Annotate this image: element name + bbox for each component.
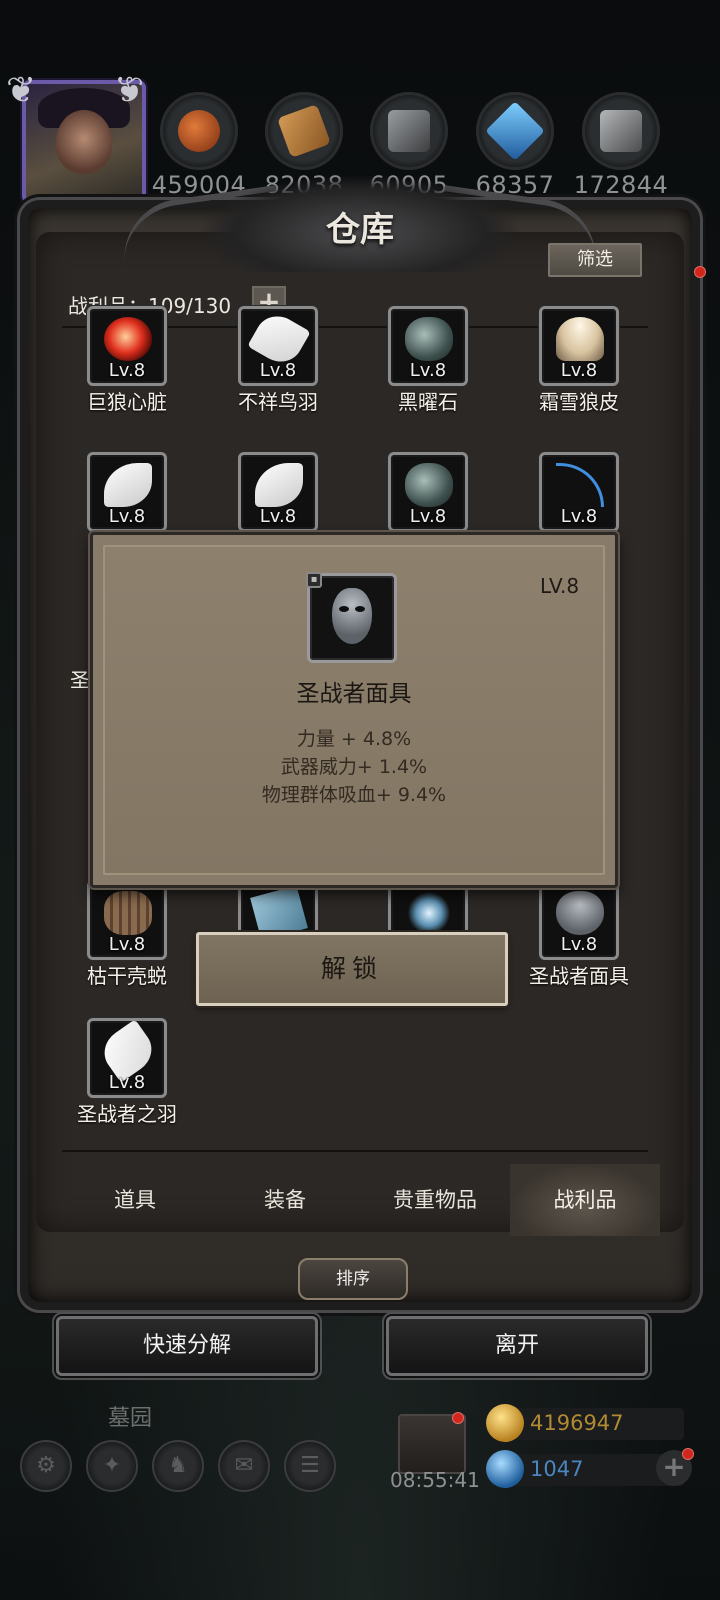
quick-decompose-button[interactable]: 快速分解 [56, 1316, 318, 1376]
resource-crystal[interactable] [476, 92, 554, 170]
page-title: 仓库 [326, 210, 394, 250]
wing-ornament-icon: ❦ [114, 70, 145, 111]
wing-ornament-icon: ❦ [6, 70, 37, 111]
wolf-pelt-icon [556, 317, 604, 361]
resource-iron[interactable] [370, 92, 448, 170]
item-level: Lv.8 [259, 506, 297, 527]
item-slot: Lv.8 [388, 306, 468, 386]
husk-icon [104, 891, 152, 935]
list-item[interactable]: Lv.8 枯干壳蜕 [57, 880, 197, 990]
list-item[interactable]: Lv.8 圣战者之羽 [57, 1018, 197, 1128]
crystal-icon [485, 101, 545, 161]
mask-icon [556, 891, 604, 935]
tab-items[interactable]: 道具 [60, 1164, 210, 1236]
item-level: Lv.8 [560, 360, 598, 381]
wing-icon [104, 463, 152, 507]
item-level: Lv.8 [560, 506, 598, 527]
item-level: Lv.8 [108, 934, 146, 955]
popup-stat: 武器威力+ 1.4% [280, 756, 428, 778]
item-name: 黑曜石 [398, 390, 458, 414]
gem-amount: 1047 [530, 1457, 584, 1481]
tab-loot[interactable]: 战利品 [510, 1164, 660, 1236]
star-icon[interactable]: ✦ [86, 1440, 138, 1492]
face-shape [56, 110, 112, 174]
gold-coin-icon [486, 1404, 524, 1442]
popup-item-name: 圣战者面具 [296, 681, 412, 707]
wing-icon [255, 463, 303, 507]
steel-icon [600, 110, 642, 152]
popup-stat: 力量 + 4.8% [296, 728, 412, 750]
emblem-icon [405, 891, 453, 935]
resource-wood[interactable] [265, 92, 343, 170]
meat-icon [178, 110, 220, 152]
item-slot: Lv.8 [539, 306, 619, 386]
popup-stat: 物理群体吸血+ 9.4% [261, 784, 447, 806]
list-item[interactable]: Lv.8 霜雪狼皮 [509, 306, 649, 416]
scythe-icon [556, 463, 604, 507]
item-slot: Lv.8 [388, 452, 468, 532]
filter-button[interactable]: 筛选 [548, 243, 642, 277]
obsidian-icon [405, 463, 453, 507]
item-name: 巨狼心脏 [87, 390, 167, 414]
list-item[interactable]: Lv.8 圣战者面具 [509, 880, 649, 990]
iron-icon [388, 110, 430, 152]
lock-icon[interactable]: ▪ [306, 572, 322, 588]
mask-icon [332, 588, 372, 644]
unlock-button[interactable]: 解锁 [196, 932, 508, 1006]
resource-steel-value: 172844 [573, 171, 669, 199]
item-slot: Lv.8 [238, 452, 318, 532]
item-slot: Lv.8 [539, 880, 619, 960]
tab-valuables[interactable]: 贵重物品 [360, 1164, 510, 1236]
event-timer: 08:55:41 [390, 1468, 480, 1492]
character-icon[interactable]: ♞ [152, 1440, 204, 1492]
list-item[interactable]: Lv.8 黑曜石 [358, 306, 498, 416]
item-name: 枯干壳蜕 [87, 964, 167, 988]
list-item[interactable]: Lv.8 巨狼心脏 [57, 306, 197, 416]
obsidian-icon [405, 317, 453, 361]
gold-amount: 4196947 [530, 1411, 624, 1435]
item-slot: Lv.8 [87, 306, 167, 386]
item-level: Lv.8 [108, 506, 146, 527]
item-slot: Lv.8 [539, 452, 619, 532]
settings-icon[interactable]: ⚙ [20, 1440, 72, 1492]
item-name: 霜雪狼皮 [539, 390, 619, 414]
mail-icon[interactable]: ✉ [218, 1440, 270, 1492]
wood-icon [277, 104, 331, 158]
item-level: Lv.8 [560, 934, 598, 955]
heart-icon [104, 317, 152, 361]
item-level: Lv.8 [108, 360, 146, 381]
item-level: Lv.8 [409, 360, 447, 381]
popup-item-level: LV.8 [540, 574, 580, 598]
location-label: 墓园 [108, 1406, 153, 1431]
item-slot: Lv.8 [87, 880, 167, 960]
item-name: 不祥鸟羽 [238, 390, 318, 414]
scroll-icon[interactable]: ☰ [284, 1440, 336, 1492]
notification-dot [694, 266, 706, 278]
gem-icon [486, 1450, 524, 1488]
item-level: Lv.8 [409, 506, 447, 527]
list-item[interactable]: Lv.8 不祥鸟羽 [208, 306, 348, 416]
item-name: 圣战者面具 [529, 964, 629, 988]
category-tabs: 道具 装备 贵重物品 战利品 [60, 1164, 660, 1236]
notification-dot [682, 1448, 694, 1460]
item-slot: Lv.8 [87, 1018, 167, 1098]
item-slot: Lv.8 [238, 306, 318, 386]
sort-button[interactable]: 排序 [298, 1258, 408, 1300]
leave-button[interactable]: 离开 [386, 1316, 648, 1376]
item-level: Lv.8 [259, 360, 297, 381]
divider-bottom [62, 1150, 648, 1152]
item-level: Lv.8 [108, 1072, 146, 1093]
item-name: 圣战者之羽 [77, 1102, 177, 1126]
resource-meat[interactable] [160, 92, 238, 170]
notification-dot [452, 1412, 464, 1424]
partial-item-name: 圣 [70, 668, 90, 692]
item-slot: Lv.8 [87, 452, 167, 532]
resource-steel[interactable] [582, 92, 660, 170]
tab-equipment[interactable]: 装备 [210, 1164, 360, 1236]
